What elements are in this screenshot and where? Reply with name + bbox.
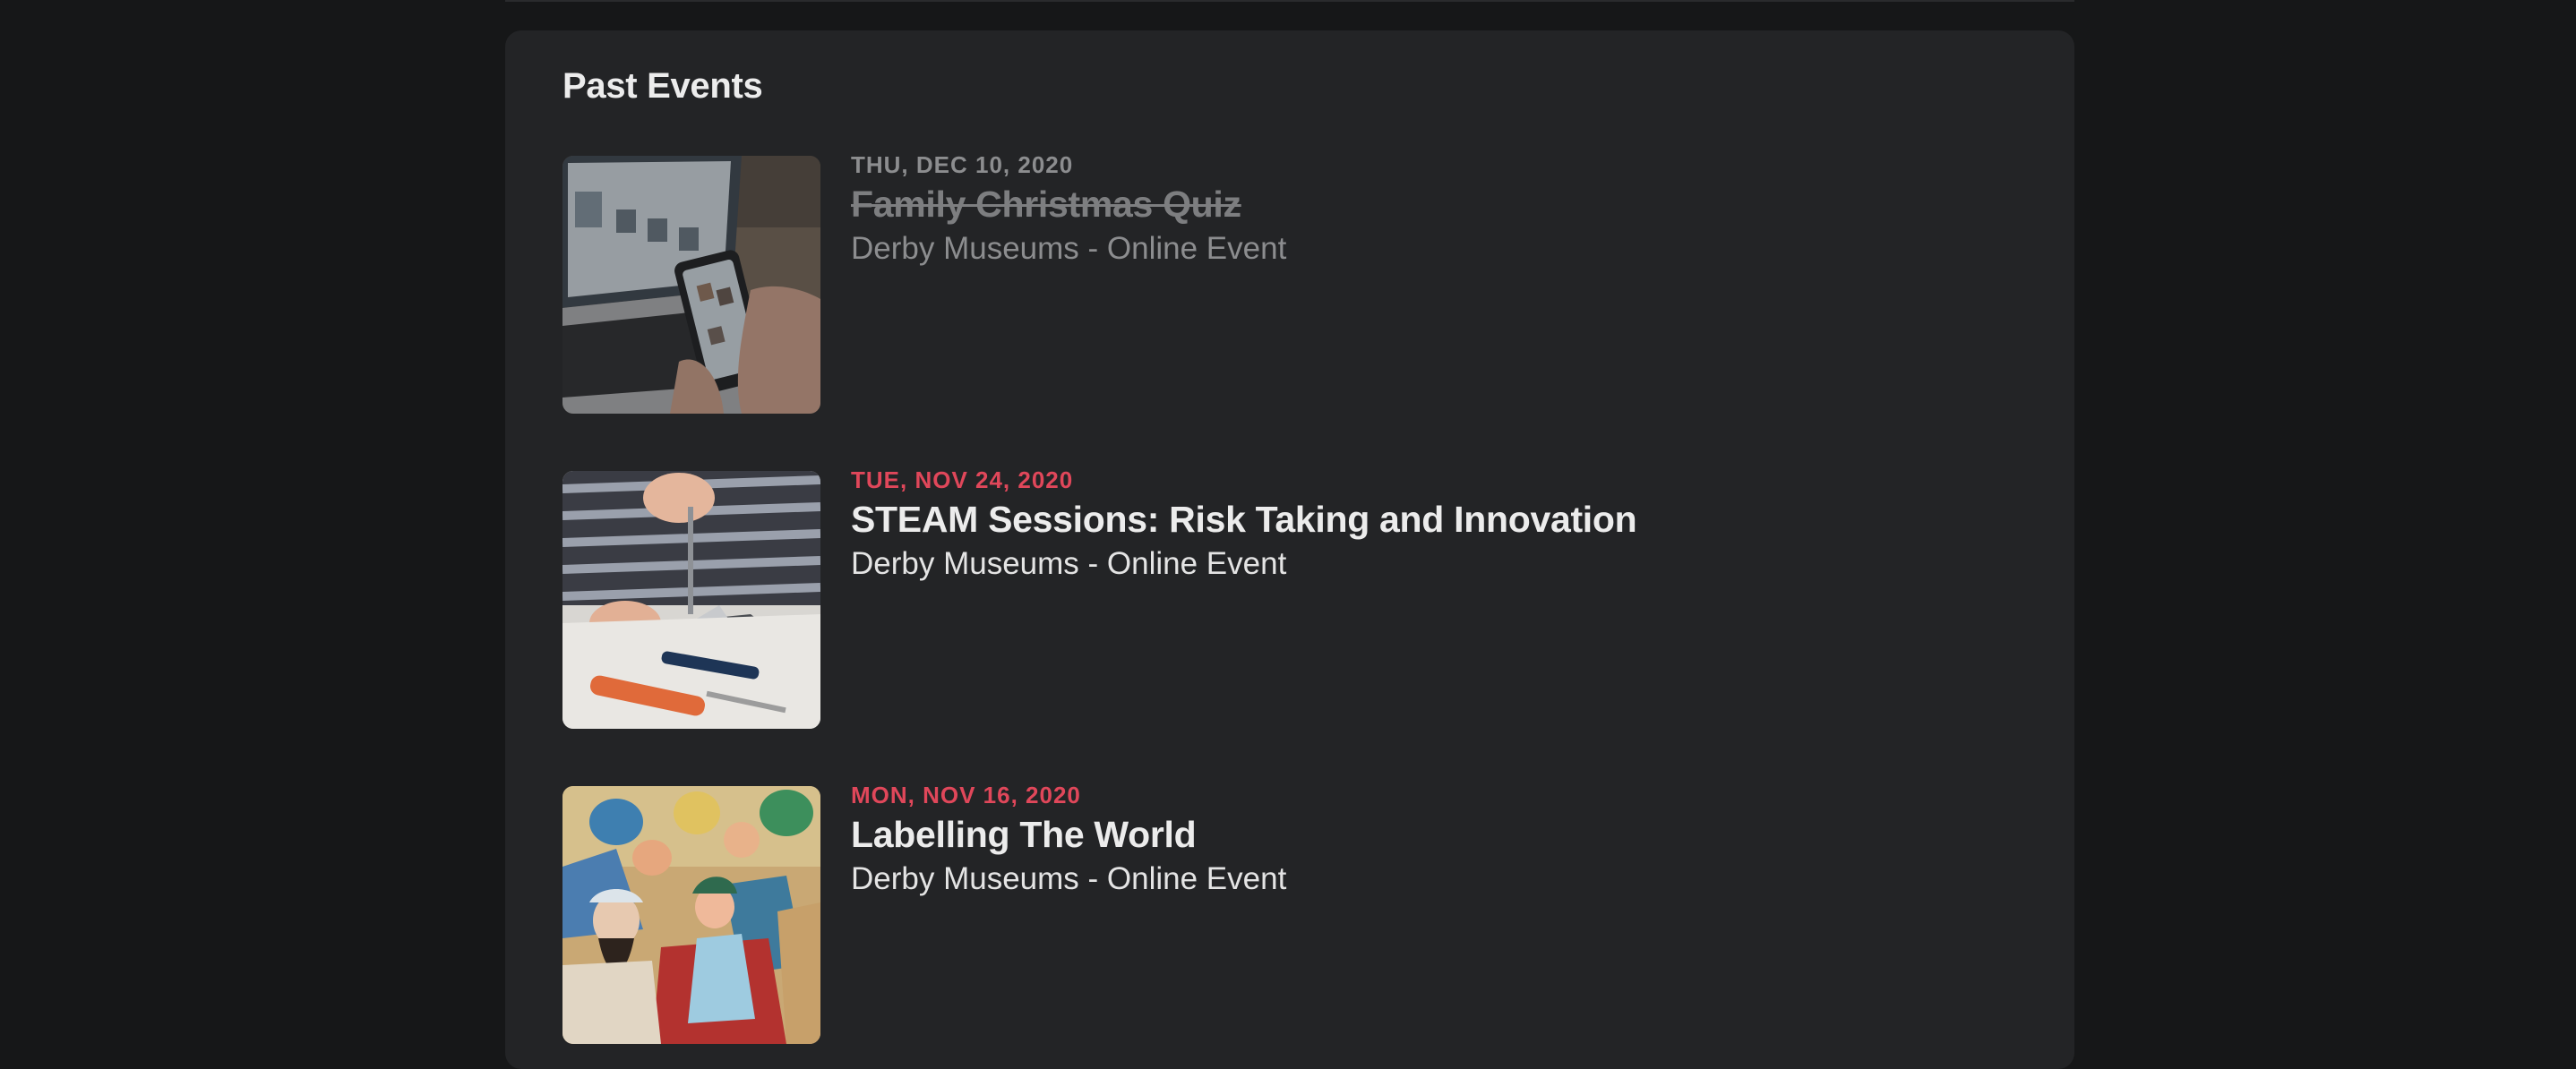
- event-image[interactable]: [562, 471, 820, 729]
- event-details: THU, DEC 10, 2020 Family Christmas Quiz …: [851, 151, 1287, 270]
- section-title: Past Events: [562, 66, 763, 106]
- robotic-hand-and-screwdrivers-photo: [562, 471, 820, 729]
- event-item-family-christmas-quiz[interactable]: THU, DEC 10, 2020 Family Christmas Quiz …: [562, 151, 1996, 414]
- event-venue: Derby Museums - Online Event: [851, 546, 1287, 581]
- event-venue: Derby Museums - Online Event: [851, 231, 1287, 266]
- event-venue: Derby Museums - Online Event: [851, 861, 1287, 896]
- event-image[interactable]: [562, 156, 820, 414]
- event-date: MON, NOV 16, 2020: [851, 782, 1081, 808]
- event-image[interactable]: [562, 786, 820, 1044]
- laptop-and-phone-photo: [562, 156, 820, 414]
- top-divider: [505, 0, 2074, 2]
- event-title[interactable]: STEAM Sessions: Risk Taking and Innovati…: [851, 496, 1637, 543]
- event-title[interactable]: Family Christmas Quiz: [851, 181, 1286, 227]
- event-date: THU, DEC 10, 2020: [851, 151, 1074, 178]
- event-details: TUE, NOV 24, 2020 STEAM Sessions: Risk T…: [851, 466, 1637, 586]
- painting-of-crowd-photo: [562, 786, 820, 1044]
- event-date: TUE, NOV 24, 2020: [851, 466, 1074, 493]
- event-item-steam-sessions[interactable]: TUE, NOV 24, 2020 STEAM Sessions: Risk T…: [562, 466, 1996, 729]
- event-title[interactable]: Labelling The World: [851, 811, 1286, 858]
- past-events-card: Past Events THU, DEC 10, 2020 Family Chr…: [505, 30, 2074, 1069]
- event-item-labelling-the-world[interactable]: MON, NOV 16, 2020 Labelling The World De…: [562, 782, 1996, 1044]
- event-details: MON, NOV 16, 2020 Labelling The World De…: [851, 782, 1287, 901]
